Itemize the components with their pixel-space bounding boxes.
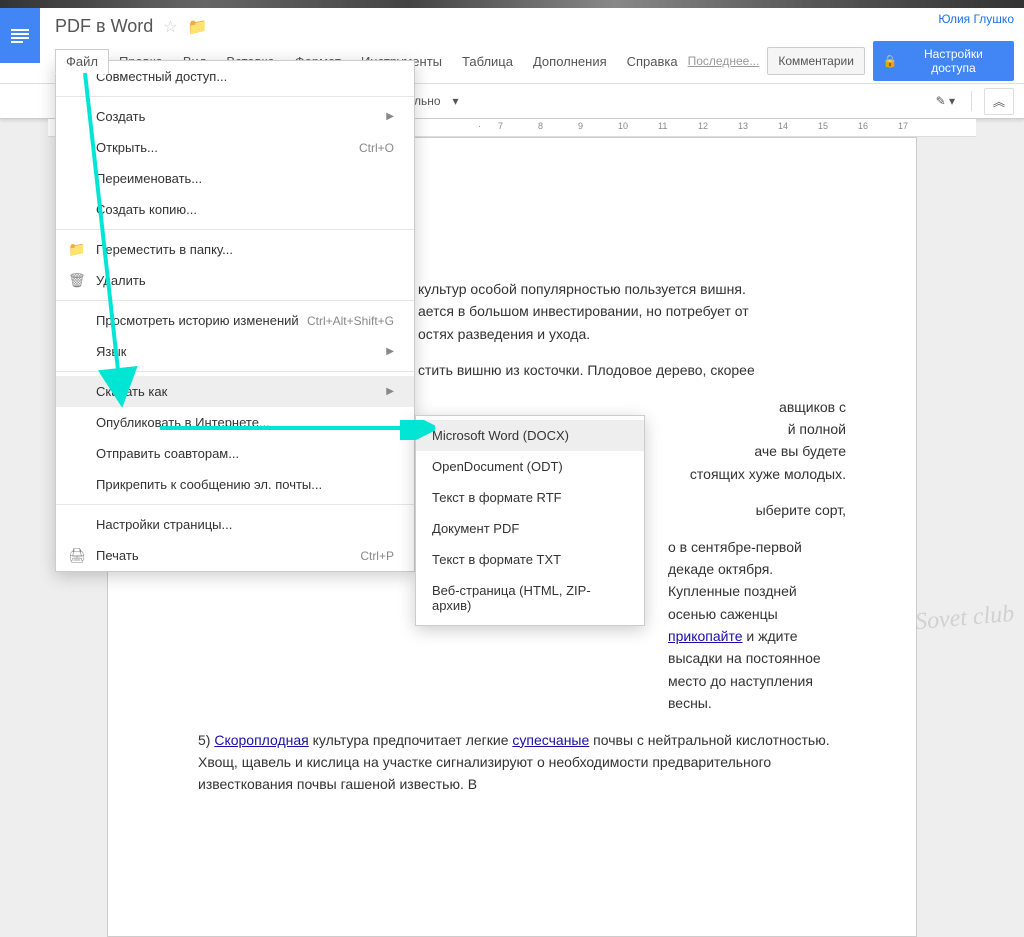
menu-addons[interactable]: Дополнения [523, 50, 617, 73]
submenu-arrow-icon: ▶ [386, 386, 394, 397]
recent-changes-link[interactable]: Последнее... [688, 54, 760, 68]
hyperlink[interactable]: Скороплодная [214, 732, 308, 748]
submenu-arrow-icon: ▶ [386, 111, 394, 122]
lock-icon: 🔒 [883, 54, 898, 68]
share-label: Настройки доступа [903, 47, 1004, 75]
submenu-item-html[interactable]: Веб-страница (HTML, ZIP-архив) [416, 575, 644, 621]
document-title[interactable]: PDF в Word [55, 16, 153, 37]
menu-item-history[interactable]: Просмотреть историю измененийCtrl+Alt+Sh… [56, 305, 414, 336]
submenu-item-odt[interactable]: OpenDocument (ODT) [416, 451, 644, 482]
folder-icon: 📁 [68, 241, 85, 258]
menu-item-page-setup[interactable]: Настройки страницы... [56, 509, 414, 540]
menu-item-share[interactable]: Совместный доступ... [56, 61, 414, 92]
submenu-item-rtf[interactable]: Текст в формате RTF [416, 482, 644, 513]
menu-item-rename[interactable]: Переименовать... [56, 163, 414, 194]
menu-item-new[interactable]: Создать▶ [56, 101, 414, 132]
menu-item-move[interactable]: 📁Переместить в папку... [56, 234, 414, 265]
docs-logo[interactable] [0, 8, 40, 63]
editing-mode-button[interactable]: ✎ ▾ [932, 92, 959, 110]
menu-file[interactable]: Файл [55, 49, 109, 74]
menu-item-open[interactable]: Открыть...Ctrl+O [56, 132, 414, 163]
menu-item-email-collab[interactable]: Отправить соавторам... [56, 438, 414, 469]
browser-tab-strip [0, 0, 1024, 8]
menu-item-make-copy[interactable]: Создать копию... [56, 194, 414, 225]
download-as-submenu: Microsoft Word (DOCX) OpenDocument (ODT)… [415, 415, 645, 626]
comments-button[interactable]: Комментарии [767, 47, 865, 75]
dropdown-caret-icon[interactable]: ▾ [453, 94, 459, 108]
user-account-link[interactable]: Юлия Глушко [938, 12, 1014, 26]
submenu-item-docx[interactable]: Microsoft Word (DOCX) [416, 420, 644, 451]
menu-help[interactable]: Справка [617, 50, 688, 73]
menu-item-publish[interactable]: Опубликовать в Интернете... [56, 407, 414, 438]
print-icon: 🖨 [68, 547, 86, 564]
menu-item-email-attach[interactable]: Прикрепить к сообщению эл. почты... [56, 469, 414, 500]
menu-item-delete[interactable]: 🗑Удалить [56, 265, 414, 296]
share-button[interactable]: 🔒 Настройки доступа [873, 41, 1014, 81]
menu-table[interactable]: Таблица [452, 50, 523, 73]
submenu-item-txt[interactable]: Текст в формате TXT [416, 544, 644, 575]
hyperlink[interactable]: супесчаные [512, 732, 589, 748]
body-text[interactable]: 5) Скороплодная культура предпочитает ле… [198, 729, 846, 796]
file-menu-dropdown: Совместный доступ... Создать▶ Открыть...… [55, 60, 415, 572]
menu-item-print[interactable]: 🖨ПечатьCtrl+P [56, 540, 414, 571]
menu-item-language[interactable]: Язык▶ [56, 336, 414, 367]
folder-icon[interactable]: 📁 [188, 17, 208, 37]
submenu-item-pdf[interactable]: Документ PDF [416, 513, 644, 544]
menu-item-download-as[interactable]: Скачать как▶ [56, 376, 414, 407]
star-icon[interactable]: ☆ [163, 17, 177, 37]
collapse-toolbar-button[interactable]: ︽ [984, 88, 1014, 115]
trash-icon: 🗑 [68, 272, 86, 289]
submenu-arrow-icon: ▶ [386, 346, 394, 357]
